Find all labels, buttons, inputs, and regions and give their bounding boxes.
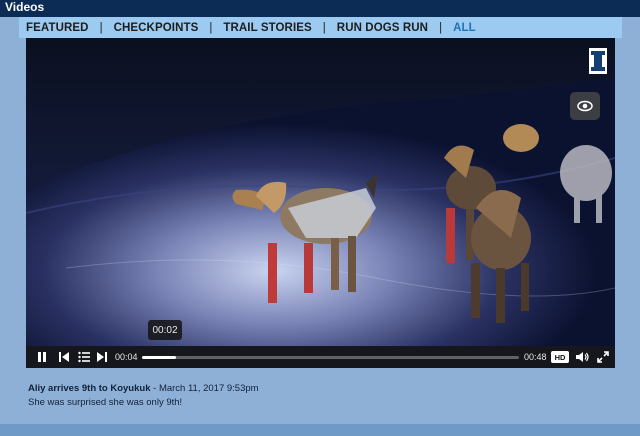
video-frame[interactable] [26, 38, 615, 346]
nav-run-dogs-run[interactable]: RUN DOGS RUN [337, 22, 428, 34]
video-date: March 11, 2017 9:53pm [158, 383, 259, 394]
nav-all[interactable]: ALL [453, 22, 476, 34]
bottom-band [0, 424, 640, 436]
logo-badge-icon [586, 46, 610, 76]
caption-separator: - [150, 383, 159, 394]
quality-badge[interactable]: HD [551, 351, 569, 363]
nav-separator: | [209, 21, 213, 34]
duration-time: 00:48 [524, 352, 547, 362]
video-caption: Aliy arrives 9th to Koyukuk - March 11, … [28, 382, 608, 395]
video-title: Aliy arrives 9th to Koyukuk [28, 383, 151, 394]
nav-separator: | [322, 21, 326, 34]
nav-checkpoints[interactable]: CHECKPOINTS [114, 22, 199, 34]
current-time: 00:04 [115, 352, 138, 362]
page-title: Videos [5, 0, 45, 14]
nav-trail-stories[interactable]: TRAIL STORIES [223, 22, 311, 34]
video-category-nav: FEATURED | CHECKPOINTS | TRAIL STORIES |… [19, 17, 622, 38]
pause-icon[interactable] [36, 351, 48, 363]
volume-icon[interactable] [575, 351, 589, 363]
fullscreen-icon[interactable] [597, 351, 609, 363]
nav-featured[interactable]: FEATURED [26, 22, 89, 34]
nav-separator: | [99, 21, 103, 34]
skip-forward-icon[interactable] [96, 351, 108, 363]
video-description: She was surprised she was only 9th! [28, 397, 183, 408]
skip-back-icon[interactable] [58, 351, 70, 363]
hover-time-tooltip: 00:02 [148, 320, 182, 340]
playlist-icon[interactable] [78, 351, 90, 363]
progress-bar[interactable] [142, 356, 519, 359]
visibility-icon[interactable] [570, 92, 600, 120]
video-player[interactable]: 00:02 00:04 00:48 HD [26, 38, 615, 368]
top-bar: Videos [0, 0, 640, 17]
nav-separator: | [439, 21, 443, 34]
progress-fill [142, 356, 176, 359]
player-controls: 00:04 00:48 HD [26, 346, 615, 368]
